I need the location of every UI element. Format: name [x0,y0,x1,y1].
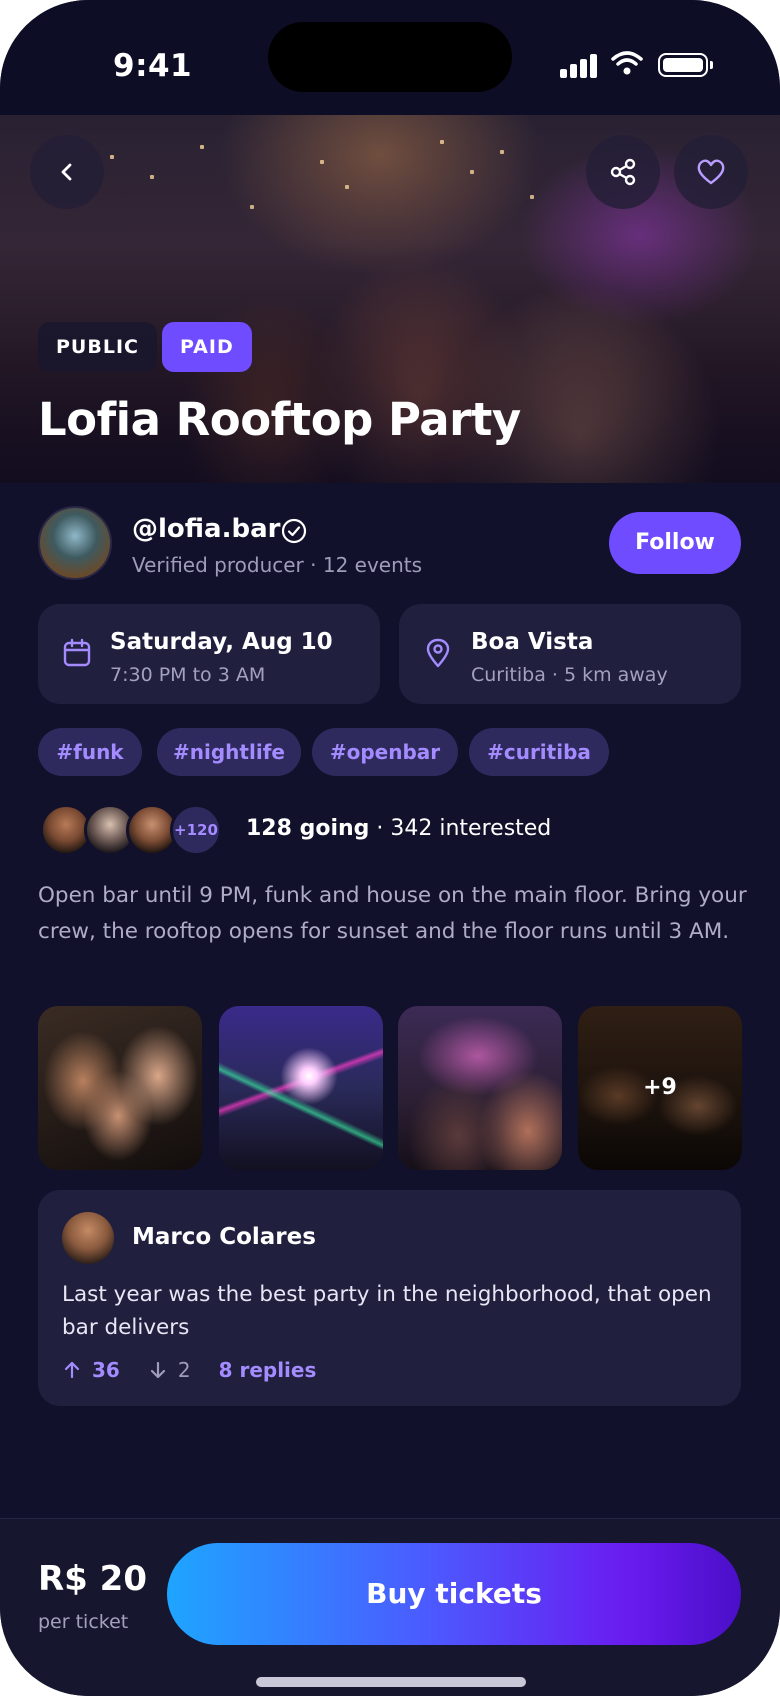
comment-card: Marco Colares Last year was the best par… [38,1190,741,1406]
attendance-separator: · [369,816,391,841]
comment-text: Last year was the best party in the neig… [62,1282,712,1340]
location-pin-icon [426,638,450,668]
wifi-icon [611,51,643,75]
venue-name: Boa Vista [471,629,594,655]
phone-screen: 9:41 PUBLIC PAID Lofia Rooftop Party @lo… [0,0,780,1696]
tag-nightlife[interactable]: #nightlife [157,728,301,776]
verified-icon [281,518,307,544]
location-card[interactable]: Boa Vista Curitiba · 5 km away [399,604,741,704]
gallery-photo-more[interactable]: +9 [578,1006,742,1170]
home-indicator[interactable] [256,1677,526,1687]
attendance-summary[interactable]: 128 going · 342 interested [246,816,551,841]
signal-icon [560,52,597,78]
upvote-count: 36 [92,1358,120,1382]
more-attendees-count[interactable]: +120 [170,804,222,856]
producer-subtitle: Verified producer · 12 events [132,553,423,577]
event-title: Lofia Rooftop Party [38,393,521,446]
back-button[interactable] [30,135,104,209]
downvote-button[interactable]: 2 [148,1358,191,1382]
arrow-up-icon [64,1361,80,1379]
tag-funk[interactable]: #funk [38,728,142,776]
comment-author-avatar[interactable] [62,1212,114,1264]
interested-count: 342 interested [390,816,552,841]
calendar-icon [63,638,91,667]
tag-openbar[interactable]: #openbar [312,728,458,776]
more-photos-count: +9 [578,1006,742,1170]
price-unit: per ticket [38,1611,129,1633]
replies-link[interactable]: 8 replies [219,1358,317,1382]
paid-badge: PAID [162,322,252,372]
comment-actions: 36 2 8 replies [62,1358,316,1382]
event-description: Open bar until 9 PM, funk and house on t… [38,883,747,944]
gallery-photo[interactable] [219,1006,383,1170]
comment-author[interactable]: Marco Colares [132,1224,316,1250]
back-chevron-icon [61,163,72,181]
upvote-button[interactable]: 36 [62,1358,120,1382]
venue-city-distance: Curitiba · 5 km away [471,664,668,686]
gallery-photo[interactable] [38,1006,202,1170]
share-icon [610,158,636,186]
producer-handle[interactable]: @lofia.bar [132,514,280,544]
arrow-down-icon [150,1361,165,1379]
event-time: 7:30 PM to 3 AM [110,664,266,686]
share-button[interactable] [586,135,660,209]
tag-curitiba[interactable]: #curitiba [469,728,609,776]
favorite-button[interactable] [674,135,748,209]
event-date: Saturday, Aug 10 [110,629,333,655]
status-time: 9:41 [113,48,193,84]
heart-icon [697,159,725,185]
public-badge: PUBLIC [38,322,157,372]
gallery-photo[interactable] [398,1006,562,1170]
producer-avatar[interactable] [38,506,112,580]
follow-button[interactable]: Follow [609,512,741,574]
date-card[interactable]: Saturday, Aug 10 7:30 PM to 3 AM [38,604,380,704]
battery-icon [658,53,713,77]
ticket-price: R$ 20 [38,1559,147,1599]
buy-tickets-button[interactable]: Buy tickets [167,1543,741,1645]
purchase-bar: R$ 20 per ticket Buy tickets [0,1518,780,1696]
dynamic-island [268,22,512,92]
going-count: 128 going [246,816,370,841]
downvote-count: 2 [177,1358,191,1382]
status-bar: 9:41 [0,0,780,115]
